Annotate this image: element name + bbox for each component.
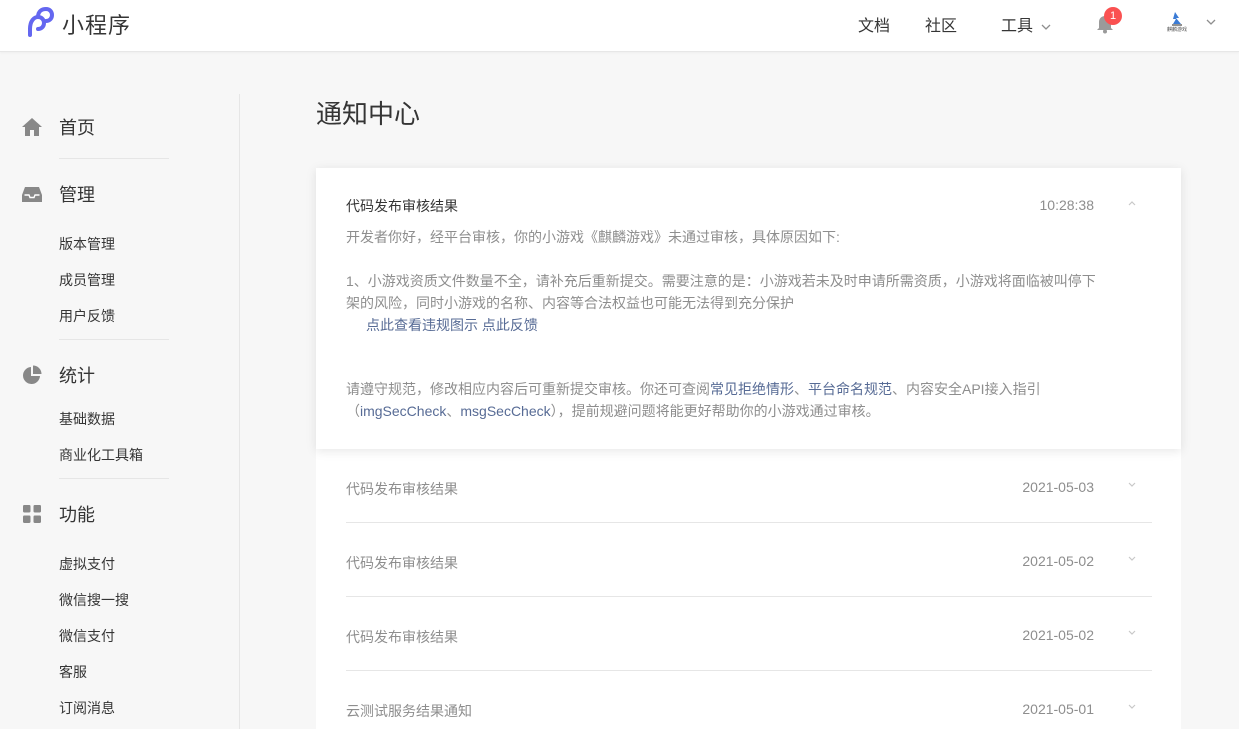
notification-row-date: 2021-05-02 (1022, 627, 1094, 643)
miniprogram-logo-icon[interactable] (22, 7, 56, 37)
sidebar-item-basic-data[interactable]: 基础数据 (59, 409, 115, 429)
sidebar-item-subscription[interactable]: 订阅消息 (59, 698, 115, 718)
feedback-link[interactable]: 点此反馈 (482, 317, 538, 333)
chevron-down-icon[interactable] (1127, 701, 1137, 711)
sidebar-item-version[interactable]: 版本管理 (59, 234, 115, 254)
pie-chart-icon (23, 365, 42, 384)
inbox-icon (22, 187, 42, 202)
grid-icon (23, 505, 41, 523)
notification-time: 10:28:38 (1039, 197, 1095, 213)
avatar-caption: 麒麟游戏 (1166, 27, 1187, 33)
notification-title: 代码发布审核结果 (346, 198, 458, 214)
sidebar-group-label: 统计 (59, 366, 95, 386)
notification-intro: 开发者你好，经平台审核，你的小游戏《麒麟游戏》未通过审核，具体原因如下: (346, 229, 840, 245)
notification-body: 开发者你好，经平台审核，你的小游戏《麒麟游戏》未通过审核，具体原因如下: 1、小… (346, 226, 1100, 336)
notification-row-title: 云测试服务结果通知 (346, 703, 472, 719)
chevron-down-icon (1042, 24, 1051, 30)
sidebar-item-monetization[interactable]: 商业化工具箱 (59, 445, 143, 465)
notification-row[interactable]: 代码发布审核结果 2021-05-02 (346, 597, 1152, 671)
sidebar-separator (59, 478, 169, 479)
notification-expanded[interactable]: 代码发布审核结果 10:28:38 开发者你好，经平台审核，你的小游戏《麒麟游戏… (316, 168, 1181, 449)
chevron-down-icon[interactable] (1127, 479, 1137, 489)
sidebar-item-wechat-pay[interactable]: 微信支付 (59, 626, 115, 646)
notification-row[interactable]: 云测试服务结果通知 2021-05-01 (346, 671, 1152, 729)
chevron-down-icon[interactable] (1127, 553, 1137, 563)
sidebar-group-home[interactable]: 首页 (22, 114, 95, 140)
nav-tools-label: 工具 (1001, 18, 1034, 35)
chevron-down-icon[interactable] (1205, 16, 1217, 28)
sidebar-group-manage[interactable]: 管理 (22, 181, 95, 207)
notification-links: 点此查看违规图示 点此反馈 (346, 314, 1100, 336)
nav-tools[interactable]: 工具 (1001, 12, 1052, 36)
notification-row-title: 代码发布审核结果 (346, 555, 458, 571)
footnote-suffix: ），提前规避问题将能更好帮助你的小游戏通过审核。 (550, 403, 880, 419)
footnote-prefix: 请遵守规范，修改相应内容后可重新提交审核。你还可查阅 (346, 381, 710, 397)
notification-badge: 1 (1104, 7, 1122, 25)
sidebar-item-customer-service[interactable]: 客服 (59, 662, 87, 682)
notification-row[interactable]: 代码发布审核结果 2021-05-02 (346, 523, 1152, 597)
notification-row-date: 2021-05-02 (1022, 553, 1094, 569)
chevron-up-icon[interactable] (1127, 199, 1137, 209)
notification-row-date: 2021-05-03 (1022, 479, 1094, 495)
naming-rules-link[interactable]: 平台命名规范 (808, 381, 892, 397)
sidebar-item-wechat-search[interactable]: 微信搜一搜 (59, 590, 129, 610)
notification-footnote: 请遵守规范，修改相应内容后可重新提交审核。你还可查阅常见拒绝情形、平台命名规范、… (346, 378, 1100, 422)
notification-row-title: 代码发布审核结果 (346, 481, 458, 497)
view-violation-link[interactable]: 点此查看违规图示 (366, 317, 478, 333)
notification-row[interactable]: 代码发布审核结果 2021-05-03 (346, 449, 1152, 523)
footnote-separator: 、 (794, 381, 808, 397)
sidebar-item-members[interactable]: 成员管理 (59, 270, 115, 290)
notification-row-title: 代码发布审核结果 (346, 629, 458, 645)
sidebar-group-features[interactable]: 功能 (22, 501, 95, 527)
chevron-down-icon[interactable] (1127, 627, 1137, 637)
msgseccheck-link[interactable]: msgSecCheck (460, 403, 550, 419)
nav-docs[interactable]: 文档 (858, 12, 890, 36)
sidebar-separator (59, 339, 169, 340)
sidebar-separator (59, 158, 169, 159)
nav-community[interactable]: 社区 (925, 12, 957, 36)
sidebar-group-label: 管理 (59, 185, 95, 205)
brand-title[interactable]: 小程序 (62, 8, 131, 40)
page-title: 通知中心 (316, 99, 421, 129)
sidebar-item-feedback[interactable]: 用户反馈 (59, 306, 115, 326)
home-icon (22, 118, 42, 136)
notification-row-date: 2021-05-01 (1022, 701, 1094, 717)
sidebar-item-virtual-pay[interactable]: 虚拟支付 (59, 554, 115, 574)
notification-reason: 1、小游戏资质文件数量不全，请补充后重新提交。需要注意的是：小游戏若未及时申请所… (346, 273, 1096, 311)
common-rejection-link[interactable]: 常见拒绝情形 (710, 381, 794, 397)
sidebar-group-label: 功能 (59, 505, 95, 525)
imgseccheck-link[interactable]: imgSecCheck (360, 403, 446, 419)
sidebar-group-stats[interactable]: 统计 (22, 362, 95, 388)
sidebar-group-label: 首页 (59, 118, 95, 138)
sidebar (0, 52, 240, 729)
sidebar-divider (239, 94, 240, 729)
footnote-separator: 、 (446, 403, 461, 419)
top-bar: 小程序 文档 社区 工具 1 麒麟游戏 (0, 0, 1239, 52)
